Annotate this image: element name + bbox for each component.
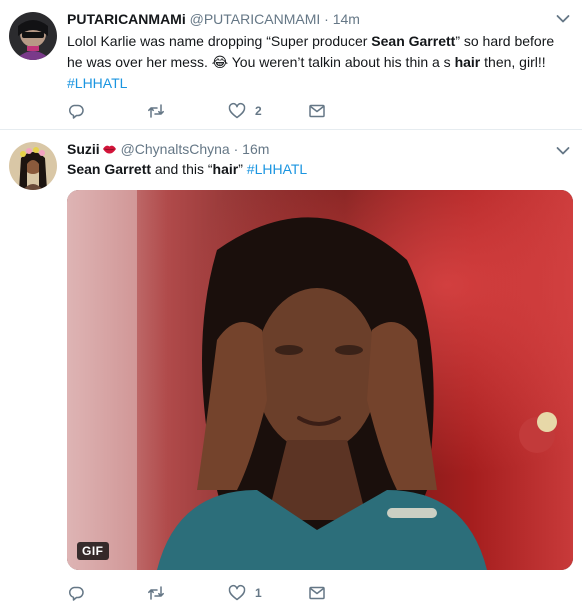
chevron-down-icon[interactable] (556, 146, 570, 156)
hashtag-link[interactable]: #LHHATL (247, 161, 307, 177)
direct-message-button[interactable] (308, 583, 326, 603)
handle[interactable]: @PUTARICANMAMI (190, 11, 321, 27)
bold-text: hair (454, 54, 481, 70)
display-name[interactable]: Suzii (67, 141, 100, 157)
tweet-text: Sean Garrett and this “hair” #LHHATL (67, 159, 572, 180)
retweet-button[interactable] (147, 101, 165, 121)
handle[interactable]: @ChynaltsChyna (121, 141, 230, 157)
text-part: then, girl!! (480, 54, 546, 70)
gif-media[interactable]: GIF (67, 190, 573, 570)
avatar[interactable] (9, 12, 57, 60)
tweet-actions: 2 (67, 101, 347, 121)
bold-text: Sean Garrett (67, 161, 152, 177)
separator: · (233, 141, 239, 157)
envelope-icon (309, 586, 325, 600)
bold-text: Sean Garrett (371, 33, 456, 49)
like-button[interactable]: 2 (228, 101, 262, 121)
like-count: 2 (255, 104, 262, 118)
text-part: ” (238, 161, 247, 177)
bold-text: hair (212, 161, 239, 177)
text-part: and this “ (151, 161, 213, 177)
tweet-header: PUTARICANMAMi @PUTARICANMAMI · 14m (67, 10, 360, 28)
gif-badge: GIF (77, 542, 109, 560)
display-name[interactable]: PUTARICANMAMi (67, 11, 186, 27)
reply-icon (68, 104, 84, 119)
separator: · (324, 11, 329, 27)
retweet-icon (148, 586, 164, 600)
lips-emoji (102, 145, 116, 154)
reply-button[interactable] (67, 583, 85, 603)
text-part: Lolol Karlie was name dropping “Super pr… (67, 33, 372, 49)
reply-icon (68, 586, 84, 601)
heart-icon (228, 102, 246, 119)
envelope-icon (309, 104, 325, 118)
like-button[interactable]: 1 (228, 583, 262, 603)
laughing-emoji: 😂 (211, 54, 229, 70)
reply-button[interactable] (67, 101, 85, 121)
tweet-actions: 1 (67, 583, 347, 603)
tweet-header: Suzii @ChynaltsChyna · 16m (67, 140, 269, 158)
tweet-text: Lolol Karlie was name dropping “Super pr… (67, 31, 572, 94)
retweet-icon (148, 104, 164, 118)
avatar[interactable] (9, 142, 57, 190)
tweet-1[interactable]: PUTARICANMAMi @PUTARICANMAMI · 14m Lolol… (0, 0, 582, 130)
like-count: 1 (255, 586, 262, 600)
timestamp[interactable]: 14m (333, 11, 360, 27)
direct-message-button[interactable] (308, 101, 326, 121)
timestamp[interactable]: 16m (242, 141, 269, 157)
chevron-down-icon[interactable] (556, 14, 570, 24)
hashtag-link[interactable]: #LHHATL (67, 75, 127, 91)
retweet-button[interactable] (147, 583, 165, 603)
text-part: You weren’t talkin about his thin a s (228, 54, 455, 70)
gif-image (67, 190, 573, 570)
heart-icon (228, 584, 246, 601)
